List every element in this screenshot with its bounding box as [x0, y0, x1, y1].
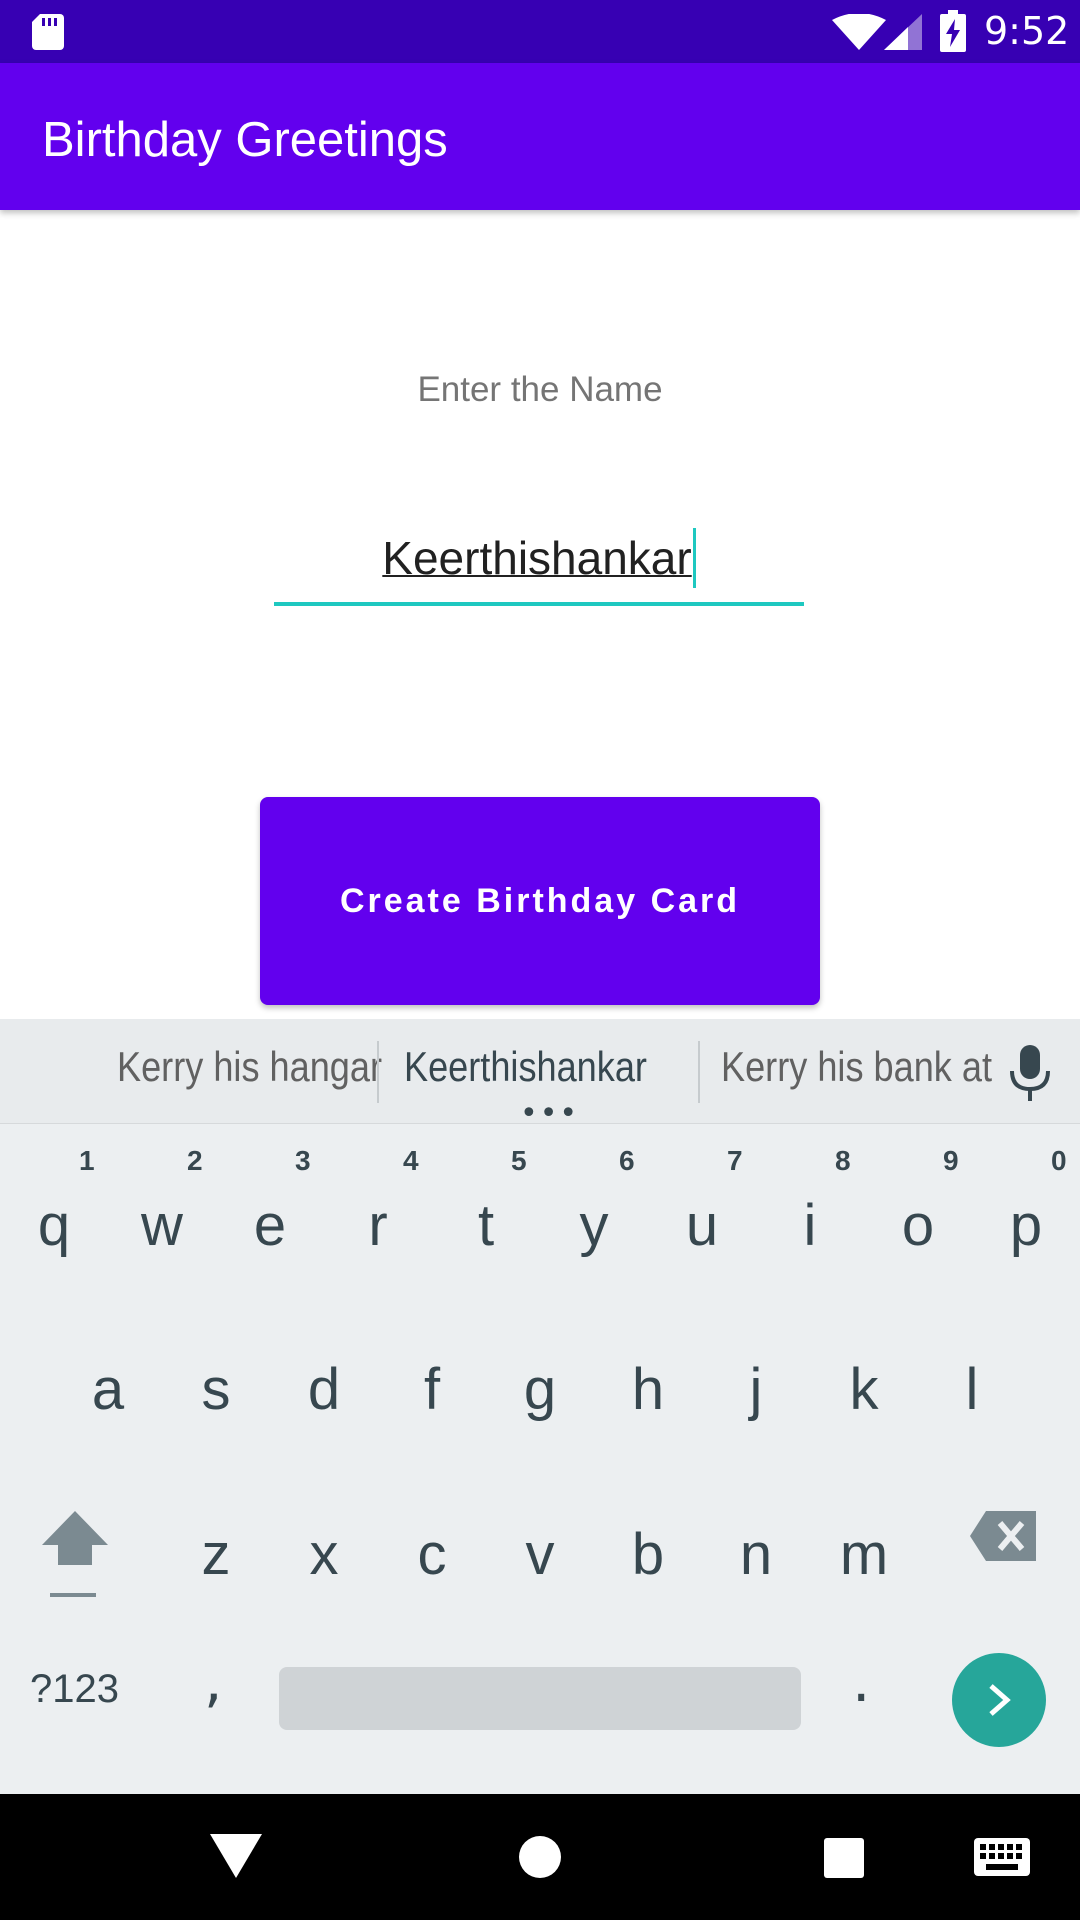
suggestion-divider: [377, 1041, 379, 1103]
key-hint-3: 3: [295, 1145, 311, 1176]
key-b[interactable]: b: [594, 1500, 702, 1610]
key-hint-8: 8: [835, 1145, 851, 1176]
back-icon[interactable]: [210, 1834, 262, 1878]
navigation-bar: [0, 1794, 1080, 1920]
period-key[interactable]: .: [852, 1647, 870, 1715]
app-title: Birthday Greetings: [42, 113, 448, 167]
key-hint-5: 5: [511, 1145, 527, 1176]
comma-key[interactable]: ,: [204, 1647, 222, 1715]
key-v[interactable]: v: [486, 1500, 594, 1610]
key-e[interactable]: e: [216, 1171, 324, 1281]
key-i[interactable]: i: [756, 1171, 864, 1281]
key-hint-0: 0: [1051, 1145, 1067, 1176]
soft-keyboard: Kerry his hangar Keerthishankar Kerry hi…: [0, 1019, 1080, 1794]
suggestion-strip: Kerry his hangar Keerthishankar Kerry hi…: [0, 1019, 1080, 1129]
key-p[interactable]: p: [972, 1171, 1080, 1281]
create-button-label: Create Birthday Card: [339, 881, 741, 920]
key-h[interactable]: h: [594, 1335, 702, 1445]
key-hint-9: 9: [943, 1145, 959, 1176]
suggestion-center[interactable]: Keerthishankar: [404, 1043, 647, 1091]
key-x[interactable]: x: [270, 1500, 378, 1610]
more-suggestions-dots[interactable]: •••: [520, 1099, 579, 1129]
clock: 9:52: [984, 9, 1070, 53]
signal-icon: [884, 14, 922, 50]
key-w[interactable]: w: [108, 1171, 216, 1281]
name-input[interactable]: Keerthishankar: [274, 516, 804, 606]
key-r[interactable]: r: [324, 1171, 432, 1281]
suggestion-left[interactable]: Kerry his hangar: [117, 1043, 382, 1091]
battery-charging-icon: [940, 10, 966, 52]
key-f[interactable]: f: [378, 1335, 486, 1445]
microphone-icon[interactable]: [1008, 1045, 1052, 1101]
key-hint-4: 4: [403, 1145, 419, 1176]
key-hint-1: 1: [79, 1145, 95, 1176]
key-d[interactable]: d: [270, 1335, 378, 1445]
key-y[interactable]: y: [540, 1171, 648, 1281]
key-o[interactable]: o: [864, 1171, 972, 1281]
key-g[interactable]: g: [486, 1335, 594, 1445]
key-c[interactable]: c: [378, 1500, 486, 1610]
app-bar: Birthday Greetings: [0, 63, 1080, 210]
home-icon[interactable]: [519, 1836, 561, 1878]
chevron-right-icon: [989, 1684, 1011, 1716]
name-label: Enter the Name: [417, 370, 663, 409]
key-j[interactable]: j: [702, 1335, 810, 1445]
key-n[interactable]: n: [702, 1500, 810, 1610]
key-q[interactable]: q: [0, 1171, 108, 1281]
keyboard-switch-icon[interactable]: [974, 1838, 1030, 1876]
space-key[interactable]: [279, 1667, 801, 1730]
key-hint-2: 2: [187, 1145, 203, 1176]
key-z[interactable]: z: [162, 1500, 270, 1610]
text-caret: [692, 528, 696, 588]
symbols-key[interactable]: ?123: [30, 1667, 119, 1712]
recent-apps-icon[interactable]: [824, 1838, 864, 1878]
status-bar: 9:52: [0, 0, 1080, 63]
name-input-text: Keerthishankar: [382, 532, 692, 584]
key-m[interactable]: m: [810, 1500, 918, 1610]
suggestion-right[interactable]: Kerry his bank at: [721, 1043, 992, 1091]
key-u[interactable]: u: [648, 1171, 756, 1281]
key-k[interactable]: k: [810, 1335, 918, 1445]
suggestion-divider: [698, 1041, 700, 1103]
key-a[interactable]: a: [54, 1335, 162, 1445]
key-s[interactable]: s: [162, 1335, 270, 1445]
create-birthday-card-button[interactable]: Create Birthday Card: [260, 797, 820, 1005]
backspace-icon[interactable]: [970, 1511, 1036, 1561]
key-t[interactable]: t: [432, 1171, 540, 1281]
key-hint-7: 7: [727, 1145, 743, 1176]
wifi-icon: [832, 14, 886, 50]
enter-key[interactable]: [952, 1653, 1046, 1747]
key-hint-6: 6: [619, 1145, 635, 1176]
key-l[interactable]: l: [918, 1335, 1026, 1445]
sd-card-icon: [32, 14, 64, 50]
shift-icon[interactable]: [40, 1509, 110, 1609]
